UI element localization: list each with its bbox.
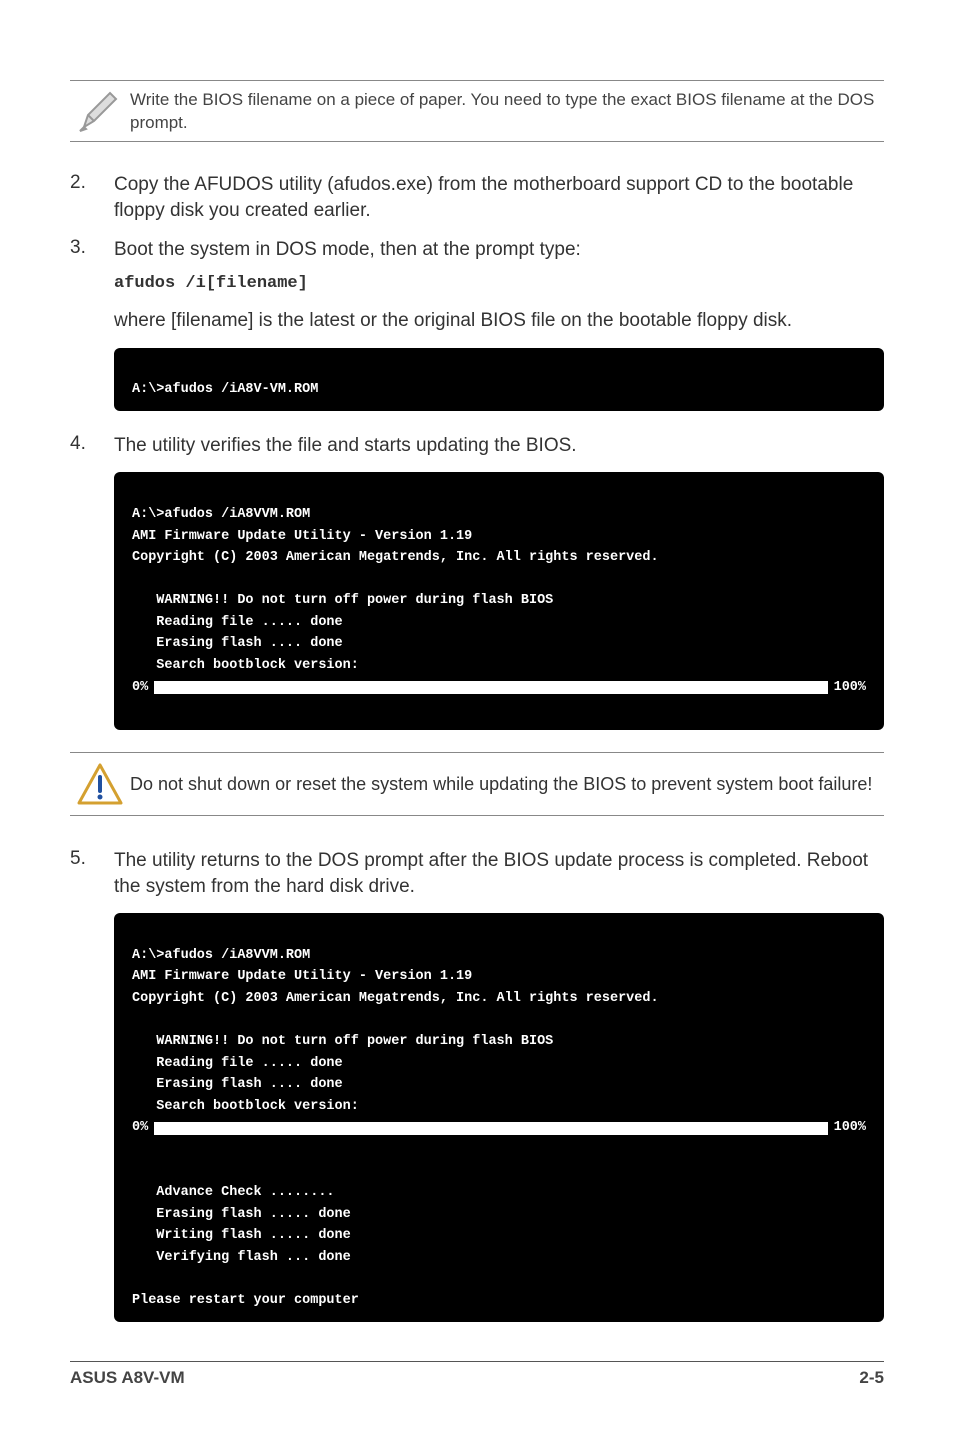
note-callout: Write the BIOS filename on a piece of pa…: [70, 80, 884, 142]
terminal-line: Reading file ..... done: [132, 615, 343, 630]
terminal-line: Search bootblock version:: [132, 658, 359, 673]
terminal-line: Copyright (C) 2003 American Megatrends, …: [132, 550, 659, 565]
terminal-line: Copyright (C) 2003 American Megatrends, …: [132, 991, 659, 1006]
terminal-line: Search bootblock version:: [132, 1099, 359, 1114]
terminal-line: WARNING!! Do not turn off power during f…: [132, 593, 553, 608]
step-text: The utility returns to the DOS prompt af…: [114, 848, 884, 899]
footer-product: ASUS A8V-VM: [70, 1368, 185, 1388]
terminal-output-3: A:\>afudos /iA8VVM.ROM AMI Firmware Upda…: [114, 913, 884, 1322]
warning-text: Do not shut down or reset the system whi…: [130, 772, 884, 796]
pencil-icon: [70, 87, 130, 135]
footer-page: 2-5: [859, 1368, 884, 1388]
terminal-line: AMI Firmware Update Utility - Version 1.…: [132, 969, 472, 984]
progress-line: 0% 100%: [132, 677, 866, 699]
terminal-line: Erasing flash .... done: [132, 636, 343, 651]
step-3-text: Boot the system in DOS mode, then at the…: [114, 237, 884, 263]
progress-bar: [154, 1122, 827, 1135]
terminal-line: Advance Check ........: [132, 1185, 335, 1200]
step-4: 4. The utility verifies the file and sta…: [70, 433, 884, 459]
terminal-line: Erasing flash ..... done: [132, 1207, 351, 1222]
terminal-line: Please restart your computer: [132, 1293, 359, 1308]
progress-line: 0% 100%: [132, 1117, 866, 1139]
terminal-line: Erasing flash .... done: [132, 1077, 343, 1092]
step-3: 3. Boot the system in DOS mode, then at …: [70, 237, 884, 333]
step-text: The utility verifies the file and starts…: [114, 433, 884, 459]
warning-icon: [70, 763, 130, 805]
progress-right: 100%: [834, 1117, 866, 1139]
step-number: 5.: [70, 848, 114, 899]
page-footer: ASUS A8V-VM 2-5: [70, 1361, 884, 1388]
progress-left: 0%: [132, 677, 148, 699]
warning-callout: Do not shut down or reset the system whi…: [70, 752, 884, 816]
terminal-output-2: A:\>afudos /iA8VVM.ROM AMI Firmware Upda…: [114, 472, 884, 730]
terminal-line: A:\>afudos /iA8VVM.ROM: [132, 507, 310, 522]
terminal-line: Reading file ..... done: [132, 1056, 343, 1071]
step-text: Boot the system in DOS mode, then at the…: [114, 237, 884, 333]
step-text: Copy the AFUDOS utility (afudos.exe) fro…: [114, 172, 884, 223]
progress-bar: [154, 681, 827, 694]
progress-right: 100%: [834, 677, 866, 699]
note-text: Write the BIOS filename on a piece of pa…: [130, 87, 884, 135]
step-number: 4.: [70, 433, 114, 459]
step-number: 2.: [70, 172, 114, 223]
step-5: 5. The utility returns to the DOS prompt…: [70, 848, 884, 899]
terminal-output-1: A:\>afudos /iA8V-VM.ROM: [114, 348, 884, 411]
terminal-line: AMI Firmware Update Utility - Version 1.…: [132, 529, 472, 544]
step-number: 3.: [70, 237, 114, 333]
terminal-line: Verifying flash ... done: [132, 1250, 351, 1265]
terminal-line: A:\>afudos /iA8V-VM.ROM: [132, 382, 318, 397]
step-2: 2. Copy the AFUDOS utility (afudos.exe) …: [70, 172, 884, 223]
terminal-line: A:\>afudos /iA8VVM.ROM: [132, 948, 310, 963]
terminal-line: Writing flash ..... done: [132, 1228, 351, 1243]
terminal-line: WARNING!! Do not turn off power during f…: [132, 1034, 553, 1049]
step-3-where: where [filename] is the latest or the or…: [114, 308, 884, 334]
command-text: afudos /i[filename]: [114, 273, 884, 296]
progress-left: 0%: [132, 1117, 148, 1139]
